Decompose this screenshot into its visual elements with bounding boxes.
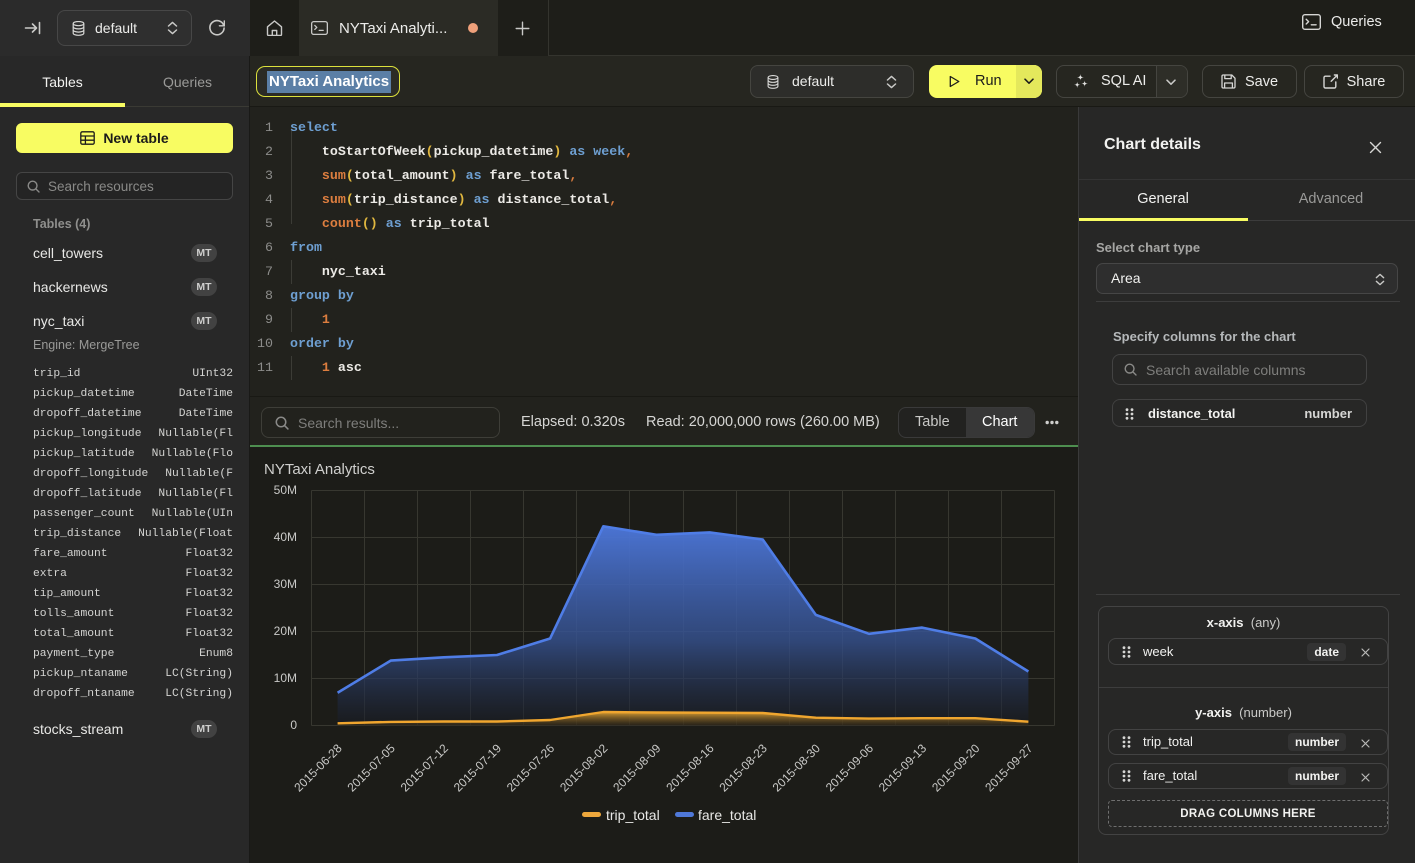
svg-text:2015-09-27: 2015-09-27 — [982, 741, 1036, 795]
svg-text:2015-09-20: 2015-09-20 — [929, 741, 983, 795]
svg-text:2015-08-09: 2015-08-09 — [610, 741, 664, 795]
svg-text:2015-08-02: 2015-08-02 — [557, 741, 611, 795]
svg-text:2015-07-26: 2015-07-26 — [504, 741, 558, 795]
svg-text:2015-07-19: 2015-07-19 — [451, 741, 505, 795]
svg-text:10M: 10M — [274, 671, 297, 685]
svg-text:2015-09-06: 2015-09-06 — [823, 741, 877, 795]
svg-text:NYTaxi Analytics: NYTaxi Analytics — [264, 461, 375, 478]
svg-text:2015-07-05: 2015-07-05 — [345, 741, 399, 795]
svg-text:trip_total: trip_total — [606, 807, 660, 823]
svg-text:2015-08-23: 2015-08-23 — [717, 741, 771, 795]
svg-text:20M: 20M — [274, 624, 297, 638]
svg-text:50M: 50M — [274, 483, 297, 497]
svg-text:0: 0 — [290, 718, 297, 732]
svg-text:2015-09-13: 2015-09-13 — [876, 741, 930, 795]
svg-text:2015-08-30: 2015-08-30 — [770, 741, 824, 795]
svg-text:30M: 30M — [274, 577, 297, 591]
svg-text:40M: 40M — [274, 530, 297, 544]
svg-text:2015-08-16: 2015-08-16 — [663, 741, 717, 795]
svg-text:2015-06-28: 2015-06-28 — [291, 741, 345, 795]
svg-text:2015-07-12: 2015-07-12 — [398, 741, 452, 795]
svg-text:fare_total: fare_total — [698, 807, 756, 823]
